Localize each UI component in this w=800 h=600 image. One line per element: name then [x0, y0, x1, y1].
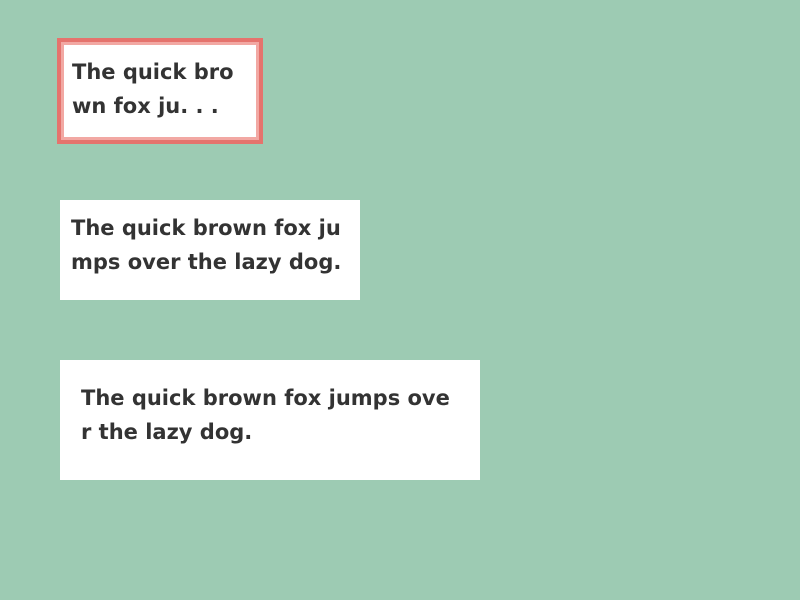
text-box-wide-text: The quick brown fox jumps ove r the lazy…	[81, 386, 450, 444]
text-box-truncated-selected[interactable]: The quick bro wn fox ju. . .	[57, 38, 263, 144]
canvas: The quick bro wn fox ju. . . The quick b…	[0, 0, 800, 600]
text-box-narrow-text: The quick brown fox ju mps over the lazy…	[71, 216, 342, 274]
text-box-truncated-text: The quick bro wn fox ju. . .	[72, 60, 234, 118]
text-box-wide[interactable]: The quick brown fox jumps ove r the lazy…	[60, 360, 480, 480]
text-box-narrow[interactable]: The quick brown fox ju mps over the lazy…	[60, 200, 360, 300]
